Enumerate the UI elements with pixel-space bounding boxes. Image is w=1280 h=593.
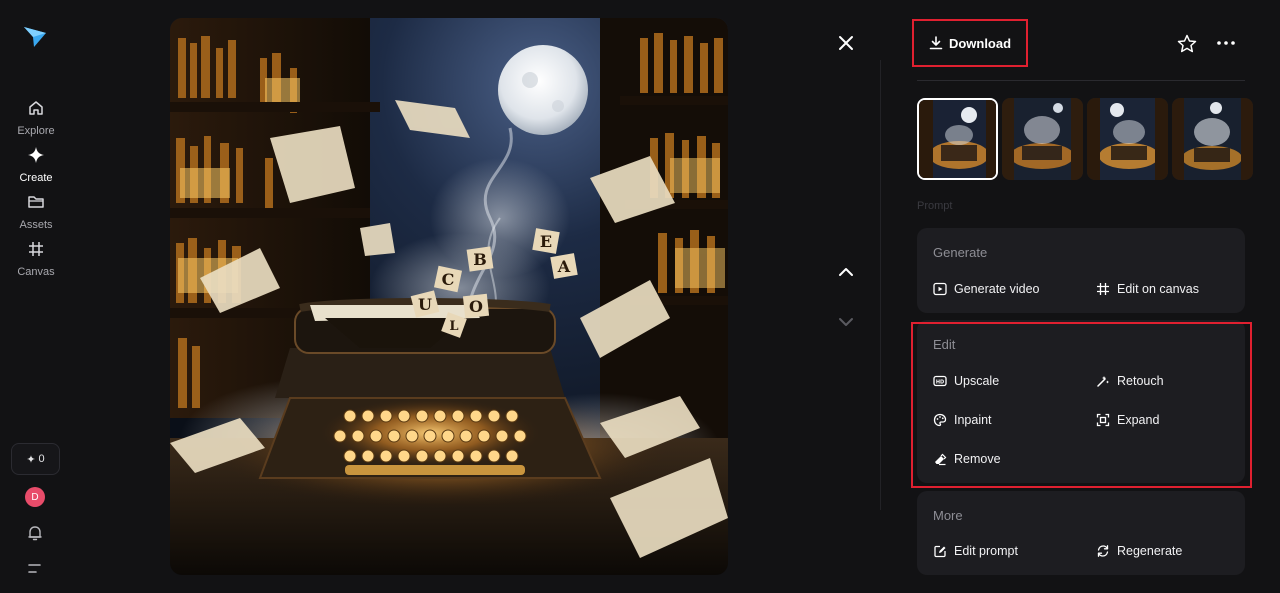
chevron-down-icon[interactable] [836, 312, 856, 332]
sidebar-item-canvas[interactable]: Canvas [0, 240, 72, 280]
letter-tile: A [557, 257, 571, 276]
action-label: Generate video [954, 282, 1040, 296]
close-icon[interactable] [836, 33, 856, 53]
canvas-hash-icon [1097, 283, 1109, 295]
sidebar-item-label: Canvas [17, 266, 55, 278]
thumbnail-variation-3[interactable] [1087, 98, 1168, 180]
thumbnail-variation-2[interactable] [1002, 98, 1083, 180]
generate-section: Generate Generate video Edit on canvas [917, 228, 1245, 313]
action-label: Expand [1117, 413, 1160, 427]
menu-icon[interactable] [27, 562, 43, 576]
sidebar-item-explore[interactable]: Explore [0, 99, 72, 139]
edit-prompt-icon [934, 545, 946, 558]
regenerate-button[interactable]: Regenerate [1096, 544, 1182, 558]
eraser-icon [935, 453, 947, 466]
app-logo-icon[interactable] [22, 25, 48, 49]
download-highlight: Download [912, 19, 1028, 67]
left-sidebar: Explore Create Assets Canvas ✦ 0 D [0, 0, 72, 593]
thumbnail-variation-1[interactable] [917, 98, 998, 180]
section-title: More [933, 508, 963, 523]
remove-button[interactable]: Remove [933, 452, 1001, 466]
avatar[interactable]: D [25, 487, 45, 507]
bell-icon[interactable] [26, 524, 44, 542]
more-section: More Edit prompt Regenerate [917, 491, 1245, 575]
sidebar-item-label: Assets [19, 219, 53, 231]
action-label: Edit on canvas [1117, 282, 1199, 296]
generate-video-button[interactable]: Generate video [933, 282, 1039, 296]
action-label: Upscale [954, 374, 1000, 388]
edit-on-canvas-button[interactable]: Edit on canvas [1096, 282, 1199, 296]
sidebar-item-label: Create [19, 172, 53, 184]
variation-thumbnails [917, 98, 1280, 180]
edit-section: Edit HD Upscale Retouch Inpaint Expand R… [917, 320, 1245, 483]
star-icon[interactable] [1177, 34, 1197, 53]
action-label: Regenerate [1117, 544, 1183, 558]
section-title: Edit [933, 337, 956, 352]
expand-icon [1096, 413, 1110, 427]
home-icon [29, 101, 43, 115]
action-label: Retouch [1117, 374, 1164, 388]
expand-button[interactable]: Expand [1096, 413, 1159, 427]
sparkle-icon [28, 147, 44, 163]
section-title: Generate [933, 245, 988, 260]
letter-tile: C [442, 270, 455, 289]
letter-tile: B [473, 250, 487, 269]
credits-button[interactable]: ✦ 0 [11, 443, 60, 475]
download-label: Download [948, 35, 1012, 51]
divider [917, 80, 1245, 81]
letter-tile: U [418, 295, 432, 314]
thumbnail-variation-4[interactable] [1172, 98, 1253, 180]
canvas-hash-icon [29, 242, 43, 256]
action-label: Remove [954, 452, 1001, 466]
palette-icon [933, 413, 947, 427]
inpaint-button[interactable]: Inpaint [933, 413, 992, 427]
letter-tile: O [469, 297, 483, 316]
folder-icon [28, 196, 44, 208]
hd-icon: HD [933, 375, 947, 387]
download-icon [929, 36, 943, 50]
letter-tile: L [449, 319, 458, 334]
sparkle-icon: ✦ [26, 453, 36, 466]
play-box-icon [933, 282, 947, 296]
download-button[interactable]: Download [929, 36, 1011, 51]
magic-wand-icon [1097, 376, 1109, 387]
action-label: Inpaint [954, 413, 992, 427]
more-options-icon[interactable] [1216, 36, 1236, 50]
sidebar-item-assets[interactable]: Assets [0, 193, 72, 233]
chevron-up-icon[interactable] [836, 262, 856, 282]
retouch-button[interactable]: Retouch [1096, 374, 1164, 388]
edit-prompt-button[interactable]: Edit prompt [933, 544, 1018, 558]
sidebar-item-label: Explore [17, 125, 55, 137]
divider [880, 60, 881, 510]
action-label: Edit prompt [954, 544, 1018, 558]
generated-image[interactable]: B E A C O U L [170, 18, 728, 575]
svg-text:HD: HD [936, 379, 944, 385]
upscale-button[interactable]: HD Upscale [933, 374, 999, 388]
regenerate-icon [1097, 545, 1109, 557]
credits-count: 0 [38, 453, 45, 465]
sidebar-item-create[interactable]: Create [0, 146, 72, 186]
letter-tile: E [540, 232, 552, 251]
prompt-label: Prompt [917, 200, 953, 212]
